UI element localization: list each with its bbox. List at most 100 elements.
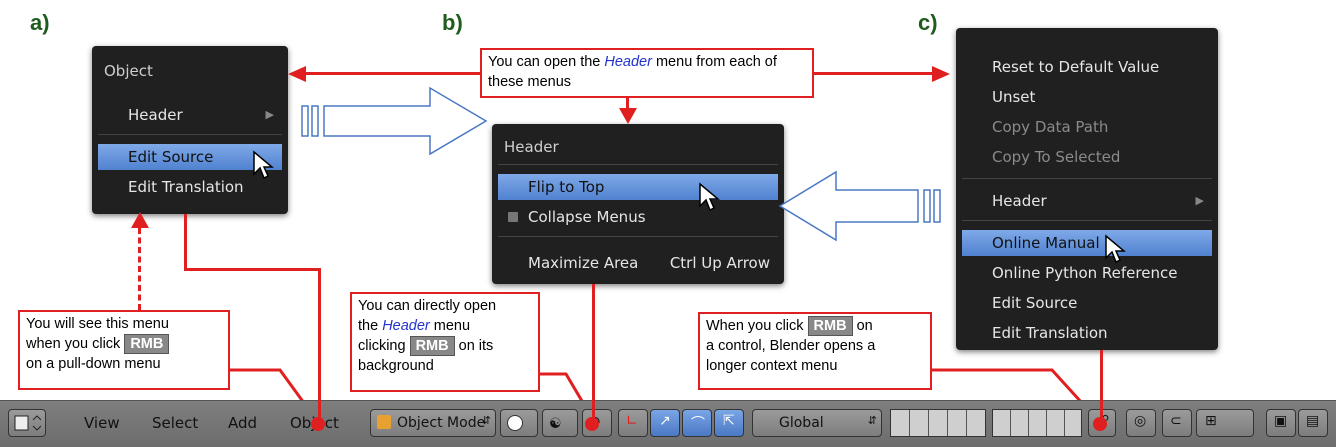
proportional-edit-button[interactable]: ◎: [1126, 409, 1156, 437]
callout-text: a control, Blender opens a: [706, 338, 876, 354]
layer-grid-left[interactable]: [890, 409, 986, 437]
cube-editor-icon: [14, 415, 41, 431]
rotate-manipulator-button[interactable]: ⌒: [682, 409, 712, 437]
move-manipulator-button[interactable]: ↗: [650, 409, 680, 437]
menu-item-flip-to-top[interactable]: Flip to Top: [498, 174, 778, 200]
menu-item-copy-to-selected[interactable]: Copy To Selected: [962, 144, 1212, 170]
callout-text: when you click: [26, 336, 125, 352]
menu-item-collapse-menus[interactable]: Collapse Menus: [498, 204, 778, 230]
menu-item-header[interactable]: Header ▶: [98, 102, 282, 128]
callout-text: longer context menu: [706, 358, 838, 374]
callout-text: on a pull-down menu: [26, 356, 161, 372]
callout-pulldown-menu: You will see this menu when you click RM…: [18, 310, 230, 390]
menu-add[interactable]: Add: [228, 414, 257, 432]
menu-item-maximize-area[interactable]: Maximize Area Ctrl Up Arrow: [498, 250, 778, 276]
menu-item-label: Edit Source: [128, 148, 214, 166]
scale-icon: ⇱: [723, 413, 735, 429]
mode-dropdown[interactable]: Object Mode ⇵: [370, 409, 496, 437]
menu-item-label: Header: [128, 106, 183, 124]
mouse-cursor-icon: [699, 182, 720, 212]
menu-item-edit-translation[interactable]: Edit Translation: [962, 320, 1212, 346]
menu-item-label: Unset: [992, 88, 1036, 106]
menu-item-copy-data-path[interactable]: Copy Data Path: [962, 114, 1212, 140]
checkbox-icon[interactable]: [508, 212, 518, 222]
3d-view-header[interactable]: View Select Add Object Object Mode ⇵ ☯ ⊛…: [0, 400, 1336, 447]
shading-dropdown[interactable]: [500, 409, 538, 437]
move-arrow-icon: ↗: [659, 413, 671, 429]
callout-text: the: [358, 318, 383, 334]
menu-title: Header: [504, 138, 559, 156]
snap-toggle-button[interactable]: ⊂: [1162, 409, 1192, 437]
callout-header-from-menus: You can open the Header menu from each o…: [480, 48, 814, 98]
arrowhead-down-icon: [619, 108, 637, 124]
menu-title: Object: [104, 62, 153, 80]
snap-element-dropdown[interactable]: ⊞: [1196, 409, 1254, 437]
mouse-cursor-icon: [253, 150, 274, 180]
callout-header-background: You can directly open the Header menu cl…: [350, 292, 540, 392]
click-point-marker: [1093, 417, 1107, 431]
axis-icon: ∟: [626, 413, 638, 429]
click-point-marker: [311, 417, 325, 431]
orientation-dropdown[interactable]: Global ⇵: [752, 409, 882, 437]
menu-select[interactable]: Select: [152, 414, 198, 432]
menu-item-header[interactable]: Header ▶: [962, 188, 1212, 214]
rmb-badge: RMB: [409, 336, 455, 356]
layer-grid-right[interactable]: [992, 409, 1082, 437]
submenu-arrow-icon: ▶: [265, 108, 274, 121]
mouse-cursor-icon: [1105, 234, 1126, 264]
pivot-icon: ☯: [549, 416, 562, 432]
callout-text: You will see this menu: [26, 316, 169, 332]
menu-item-label: Collapse Menus: [528, 208, 646, 226]
callout-control-context: When you click RMB on a control, Blender…: [698, 312, 932, 390]
menu-item-online-manual[interactable]: Online Manual: [962, 230, 1212, 256]
render-button[interactable]: ▣: [1266, 409, 1296, 437]
menu-item-reset-default[interactable]: Reset to Default Value: [962, 54, 1212, 80]
panel-label-c: c): [918, 10, 938, 35]
callout-text: on: [852, 318, 873, 334]
panel-label-a: a): [30, 10, 50, 35]
arrowhead-up-icon: [131, 212, 149, 228]
solid-shading-icon: [507, 415, 523, 431]
submenu-arrow-icon: ▶: [1195, 194, 1204, 207]
object-mode-icon: [377, 415, 391, 429]
arrow-right-icon: [301, 86, 488, 156]
menu-separator: [498, 236, 778, 237]
connector-line: [184, 268, 320, 271]
menu-item-unset[interactable]: Unset: [962, 84, 1212, 110]
menu-item-edit-source[interactable]: Edit Source: [962, 290, 1212, 316]
callout-text: menu: [429, 318, 471, 334]
menu-separator: [962, 178, 1212, 179]
connector-line: [184, 214, 187, 270]
snap-grid-icon: ⊞: [1205, 413, 1217, 429]
shortcut-label: Ctrl Up Arrow: [669, 254, 770, 272]
callout-text: on its: [454, 338, 494, 354]
pivot-dropdown[interactable]: ☯: [542, 409, 578, 437]
menu-view[interactable]: View: [84, 414, 120, 432]
menu-item-online-python-reference[interactable]: Online Python Reference: [962, 260, 1212, 286]
menu-item-label: Maximize Area: [528, 254, 639, 272]
menu-separator: [98, 134, 282, 135]
translate-manipulator-button[interactable]: ∟: [618, 409, 648, 437]
click-point-marker: [585, 417, 599, 431]
clapper-icon: ▤: [1306, 413, 1320, 429]
orientation-label: Global: [779, 415, 824, 431]
arrow-left-icon: [778, 170, 941, 242]
dashed-connector: [138, 228, 141, 310]
dropdown-arrows-icon: ⇵: [481, 414, 491, 427]
editor-type-button[interactable]: [8, 409, 46, 437]
menu-item-label: Online Manual: [992, 234, 1100, 252]
render-animation-button[interactable]: ▤: [1298, 409, 1328, 437]
mode-label: Object Mode: [397, 415, 486, 431]
rmb-badge: RMB: [124, 334, 170, 354]
menu-item-label: Copy To Selected: [992, 148, 1121, 166]
object-context-menu: Object Header ▶ Edit Source Edit Transla…: [92, 46, 288, 214]
scale-manipulator-button[interactable]: ⇱: [714, 409, 744, 437]
callout-text: You can directly open: [358, 298, 497, 314]
rotate-arc-icon: ⌒: [691, 416, 705, 432]
menu-item-label: Edit Translation: [128, 178, 244, 196]
arrowhead-right-icon: [932, 66, 950, 82]
menu-separator: [498, 164, 778, 165]
callout-emphasis: Header: [604, 54, 652, 70]
menu-item-label: Reset to Default Value: [992, 58, 1160, 76]
callout-text: When you click: [706, 318, 808, 334]
